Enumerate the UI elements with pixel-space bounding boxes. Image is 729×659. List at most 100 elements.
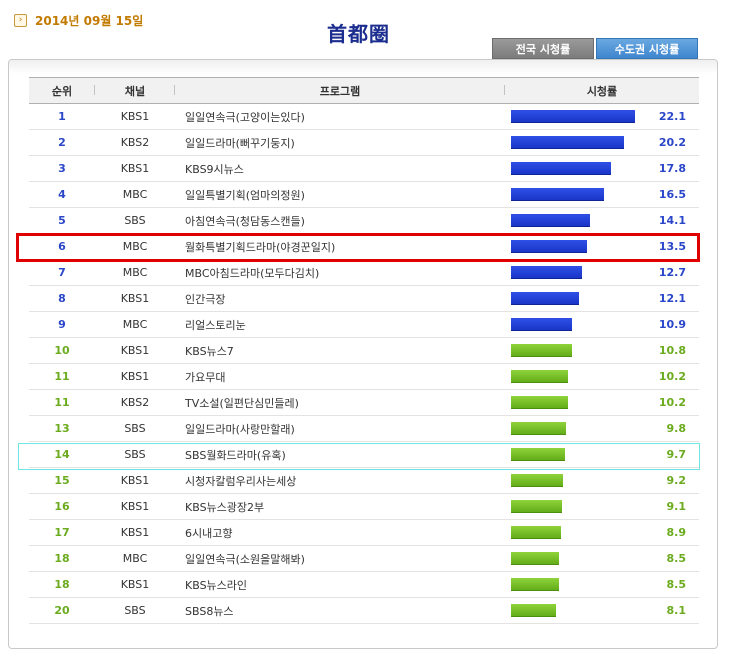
table-row: 18 MBC 일일연속극(소원을말해봐) 8.5 [29,546,699,572]
row-rank: 15 [54,474,70,487]
date-label: 2014년 09월 15일 [35,14,144,28]
rating-tabs: 전국 시청률 수도권 시청률 [492,38,698,65]
row-program[interactable]: KBS뉴스광장2부 [175,499,505,515]
rating-bar-track [511,500,641,513]
ratings-panel: 순위 채널 프로그램 시청률 1 KBS1 일일연속극(고양이는있다) 22.1 2 KB… [8,59,718,649]
rating-bar-track [511,370,641,383]
rating-bar [511,136,624,149]
highlight-red-box [16,233,700,262]
row-rating: 20.2 [505,130,699,155]
rating-value: 12.1 [658,292,686,305]
row-rating: 9.2 [505,468,699,493]
rating-bar-track [511,552,641,565]
table-row: 20 SBS SBS8뉴스 8.1 [29,598,699,624]
tab-capital-rating[interactable]: 수도권 시청률 [596,38,698,65]
row-rating: 9.8 [505,416,699,441]
table-body: 1 KBS1 일일연속극(고양이는있다) 22.1 2 KBS2 일일드라마(뻐꾸기둥지) 2… [29,104,699,624]
rating-bar [511,474,563,487]
ratings-table: 순위 채널 프로그램 시청률 1 KBS1 일일연속극(고양이는있다) 22.1 2 KB… [29,77,699,624]
row-rank: 8 [58,292,66,305]
row-rating: 8.5 [505,572,699,597]
table-row: 2 KBS2 일일드라마(뻐꾸기둥지) 20.2 [29,130,699,156]
row-rating: 10.9 [505,312,699,337]
rating-bar [511,526,561,539]
tab-national-rating[interactable]: 전국 시청률 [492,38,594,59]
row-rating: 17.8 [505,156,699,181]
row-rating: 8.5 [505,546,699,571]
row-channel: MBC [122,266,148,279]
row-program[interactable]: 6시내고향 [175,525,505,541]
row-rank: 11 [54,370,70,383]
row-channel: KBS1 [120,344,150,357]
row-rating: 16.5 [505,182,699,207]
row-rating: 12.1 [505,286,699,311]
row-channel: MBC [122,318,148,331]
rating-bar-track [511,526,641,539]
rating-bar [511,344,572,357]
row-channel: KBS1 [120,370,150,383]
rating-value: 16.5 [658,188,686,201]
date-area: › 2014년 09월 15일 [14,12,143,29]
rating-bar-track [511,110,641,123]
rating-bar [511,396,568,409]
row-rank: 7 [58,266,66,279]
row-channel: KBS1 [120,110,150,123]
row-rank: 18 [54,578,70,591]
row-rank: 4 [58,188,66,201]
row-program[interactable]: 리얼스토리눈 [175,317,505,333]
row-program[interactable]: 일일연속극(고양이는있다) [175,109,505,125]
rating-bar-track [511,188,641,201]
table-row: 18 KBS1 KBS뉴스라인 8.5 [29,572,699,598]
row-rank: 1 [58,110,66,123]
rating-bar [511,500,562,513]
row-channel: SBS [124,604,146,617]
row-program[interactable]: MBC아침드라마(모두다김치) [175,265,505,281]
region-title: 首都圈 [327,22,390,46]
row-program[interactable]: KBS뉴스라인 [175,577,505,593]
table-row: 16 KBS1 KBS뉴스광장2부 9.1 [29,494,699,520]
header-rating: 시청률 [586,84,618,98]
row-program[interactable]: KBS9시뉴스 [175,161,505,177]
row-program[interactable]: 일일특별기획(엄마의정원) [175,187,505,203]
rating-bar-track [511,136,641,149]
row-rating: 9.1 [505,494,699,519]
rating-value: 10.2 [658,370,686,383]
rating-bar-track [511,214,641,227]
rating-value: 14.1 [658,214,686,227]
table-row: 7 MBC MBC아침드라마(모두다김치) 12.7 [29,260,699,286]
row-program[interactable]: KBS뉴스7 [175,343,505,359]
rating-value: 9.2 [666,474,687,487]
row-channel: KBS2 [120,396,150,409]
table-row: 15 KBS1 시청자칼럼우리사는세상 9.2 [29,468,699,494]
table-row: 8 KBS1 인간극장 12.1 [29,286,699,312]
row-rating: 8.9 [505,520,699,545]
rating-bar-track [511,162,641,175]
row-program[interactable]: TV소설(일편단심민들레) [175,395,505,411]
row-rating: 8.1 [505,598,699,623]
row-rank: 17 [54,526,70,539]
row-program[interactable]: 일일연속극(소원을말해봐) [175,551,505,567]
row-rating: 22.1 [505,104,699,129]
row-channel: KBS1 [120,292,150,305]
row-rank: 10 [54,344,70,357]
rating-bar [511,318,572,331]
rating-value: 17.8 [658,162,686,175]
row-program[interactable]: 일일드라마(뻐꾸기둥지) [175,135,505,151]
row-program[interactable]: 인간극장 [175,291,505,307]
row-channel: KBS1 [120,474,150,487]
row-channel: KBS1 [120,162,150,175]
row-program[interactable]: 아침연속극(청담동스캔들) [175,213,505,229]
row-program[interactable]: 시청자칼럼우리사는세상 [175,473,505,489]
rating-bar [511,552,559,565]
rating-value: 10.9 [658,318,686,331]
rating-bar [511,214,590,227]
table-row: 10 KBS1 KBS뉴스7 10.8 [29,338,699,364]
row-rank: 11 [54,396,70,409]
rating-value: 10.2 [658,396,686,409]
arrow-right-icon[interactable]: › [14,14,27,27]
rating-value: 9.1 [666,500,687,513]
row-program[interactable]: 일일드라마(사랑만할래) [175,421,505,437]
row-program[interactable]: 가요무대 [175,369,505,385]
row-program[interactable]: SBS8뉴스 [175,603,505,619]
table-row: 17 KBS1 6시내고향 8.9 [29,520,699,546]
